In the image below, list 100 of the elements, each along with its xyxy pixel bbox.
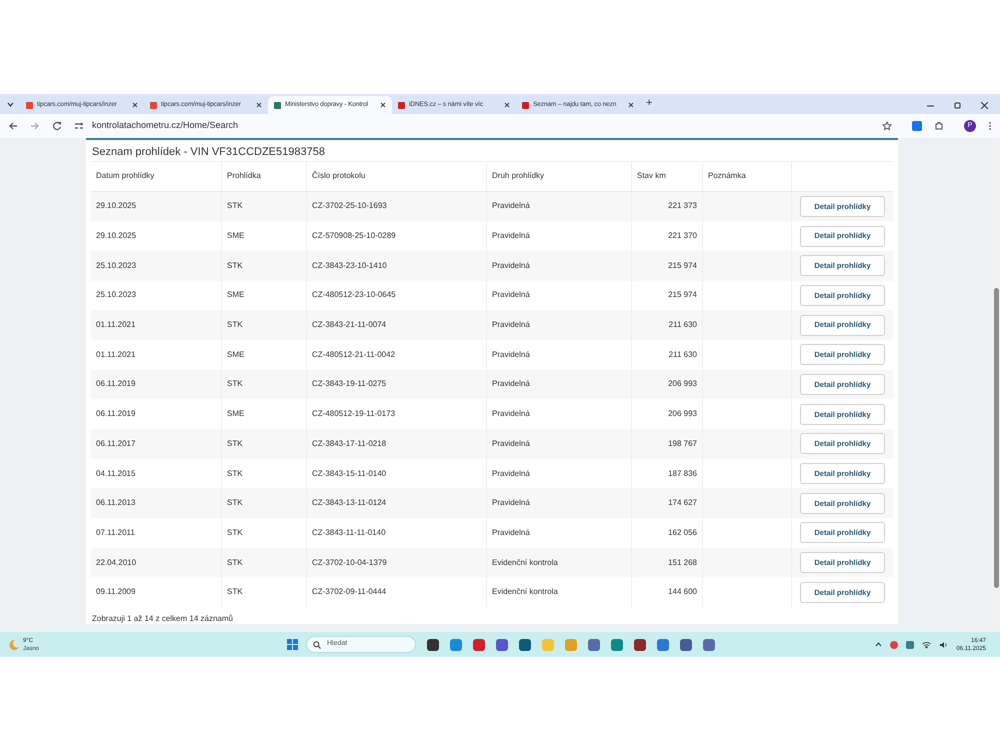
column-header: Stav km: [637, 170, 666, 182]
table-cell: STK: [227, 200, 243, 212]
table-cell: Pravidelná: [492, 408, 530, 420]
table-cell: 04.11.2015: [96, 468, 136, 480]
close-icon[interactable]: [981, 102, 988, 109]
table-footer: Zobrazuji 1 až 14 z celkem 14 záznamů: [91, 613, 234, 626]
column-header: Poznámka: [708, 170, 746, 182]
table-cell: CZ-480512-19-11-0173: [312, 408, 396, 420]
table-cell: Pravidelná: [492, 348, 530, 361]
taskbar-app-icon[interactable]: [496, 638, 508, 650]
table-cell: 25.10.2023: [96, 260, 136, 272]
table-cell: STK: [227, 586, 243, 598]
table-cell: STK: [227, 260, 243, 272]
close-icon[interactable]: [504, 102, 510, 108]
column-header: Číslo protokolu: [312, 170, 366, 182]
table-cell: 01.11.2021: [96, 348, 136, 361]
table-cell: CZ-3843-21-11-0074: [312, 319, 386, 332]
taskbar-app-icon[interactable]: [519, 638, 531, 650]
table-cell: STK: [227, 378, 243, 390]
table-cell: CZ-3702-25-10-1693: [312, 200, 387, 212]
column-header: Druh prohlídky: [492, 170, 544, 182]
taskbar-app-icon[interactable]: [473, 638, 485, 650]
close-icon[interactable]: [628, 102, 634, 108]
extension-icon[interactable]: [912, 121, 922, 131]
table-cell: 06.11.2017: [96, 438, 136, 450]
table-cell: 144 600: [668, 586, 697, 598]
table-cell: 162 056: [668, 526, 697, 539]
table-cell: 06.11.2019: [96, 408, 136, 420]
address-field[interactable]: kontrolatachometru.cz/Home/Search: [92, 119, 238, 133]
table-cell: 06.11.2019: [96, 378, 136, 390]
table-cell: 198 767: [668, 438, 697, 450]
table-cell: 22.04.2010: [96, 556, 136, 569]
table-cell: Pravidelná: [492, 319, 530, 332]
table-cell: 07.11.2011: [96, 526, 135, 539]
taskbar-app-icon[interactable]: [634, 638, 646, 650]
table-cell: STK: [227, 556, 243, 569]
table-cell: SME: [227, 348, 244, 361]
table-cell: 215 974: [668, 260, 697, 272]
wifi-icon[interactable]: [922, 640, 932, 648]
table-cell: 09.11.2009: [96, 586, 136, 598]
table-cell: CZ-3843-19-11-0275: [312, 378, 386, 390]
close-icon[interactable]: [380, 102, 386, 108]
start-icon[interactable]: [287, 639, 298, 650]
table-cell: CZ-480512-23-10-0645: [312, 289, 396, 302]
table-cell: Pravidelná: [492, 230, 530, 242]
speaker-icon[interactable]: [939, 640, 948, 648]
panel-title: Seznam prohlídek - VIN VF31CCDZE51983758: [91, 145, 326, 160]
table-cell: STK: [227, 438, 243, 450]
table-cell: SME: [227, 289, 244, 302]
site-settings-icon[interactable]: [74, 121, 84, 131]
table-cell: 206 993: [668, 378, 697, 390]
table-cell: CZ-3702-09-11-0444: [312, 586, 386, 598]
tab-list-icon[interactable]: [7, 101, 14, 108]
table-cell: Pravidelná: [492, 438, 530, 450]
table-cell: 151 268: [668, 556, 697, 569]
table-cell: 211 630: [668, 348, 697, 361]
column-header: Datum prohlídky: [96, 170, 154, 182]
table-cell: CZ-3843-17-11-0218: [312, 438, 386, 450]
reload-icon[interactable]: [52, 121, 62, 131]
search-icon: [313, 640, 321, 648]
favicon: [150, 102, 157, 108]
table-cell: CZ-3702-10-04-1379: [312, 556, 387, 569]
table-cell: Evidenční kontrola: [492, 586, 558, 598]
table-cell: Pravidelná: [492, 497, 530, 510]
table-cell: 206 993: [668, 408, 697, 420]
taskbar-app-icon[interactable]: [427, 638, 439, 650]
chevron-up-icon[interactable]: [875, 641, 882, 648]
table-cell: 174 627: [668, 497, 697, 510]
moon-icon: [8, 638, 20, 650]
favicon: [522, 102, 529, 108]
table-cell: CZ-480512-21-11-0042: [312, 348, 396, 361]
table-cell: CZ-3843-15-11-0140: [312, 468, 386, 480]
puzzle-icon[interactable]: [934, 121, 944, 131]
table-cell: 06.11.2013: [96, 497, 136, 510]
star-icon[interactable]: [882, 121, 892, 131]
close-icon[interactable]: [132, 102, 138, 108]
taskbar-app-icon[interactable]: [680, 638, 692, 650]
table-cell: CZ-570908-25-10-0289: [312, 230, 396, 242]
back-icon[interactable]: [8, 121, 18, 131]
table-cell: CZ-3843-23-10-1410: [312, 260, 387, 272]
table-cell: Pravidelná: [492, 260, 530, 272]
table-cell: 29.10.2025: [96, 230, 136, 242]
close-icon[interactable]: [256, 102, 262, 108]
favicon: [398, 102, 405, 108]
table-cell: 01.11.2021: [96, 319, 136, 332]
table-cell: Pravidelná: [492, 468, 530, 480]
table-cell: SME: [227, 408, 244, 420]
restore-icon[interactable]: [954, 102, 961, 109]
column-header: Prohlídka: [227, 170, 261, 182]
table-cell: STK: [227, 526, 243, 539]
table-cell: 211 630: [668, 319, 697, 332]
table-cell: 221 370: [668, 230, 697, 242]
table-cell: CZ-3843-13-11-0124: [312, 497, 386, 510]
table-cell: Pravidelná: [492, 200, 530, 212]
menu-icon[interactable]: [988, 121, 992, 131]
table-cell: Pravidelná: [492, 378, 530, 390]
table-cell: Pravidelná: [492, 526, 530, 539]
table-cell: 187 836: [668, 468, 697, 480]
table-cell: STK: [227, 468, 243, 480]
new-tab-button[interactable]: +: [646, 94, 652, 111]
